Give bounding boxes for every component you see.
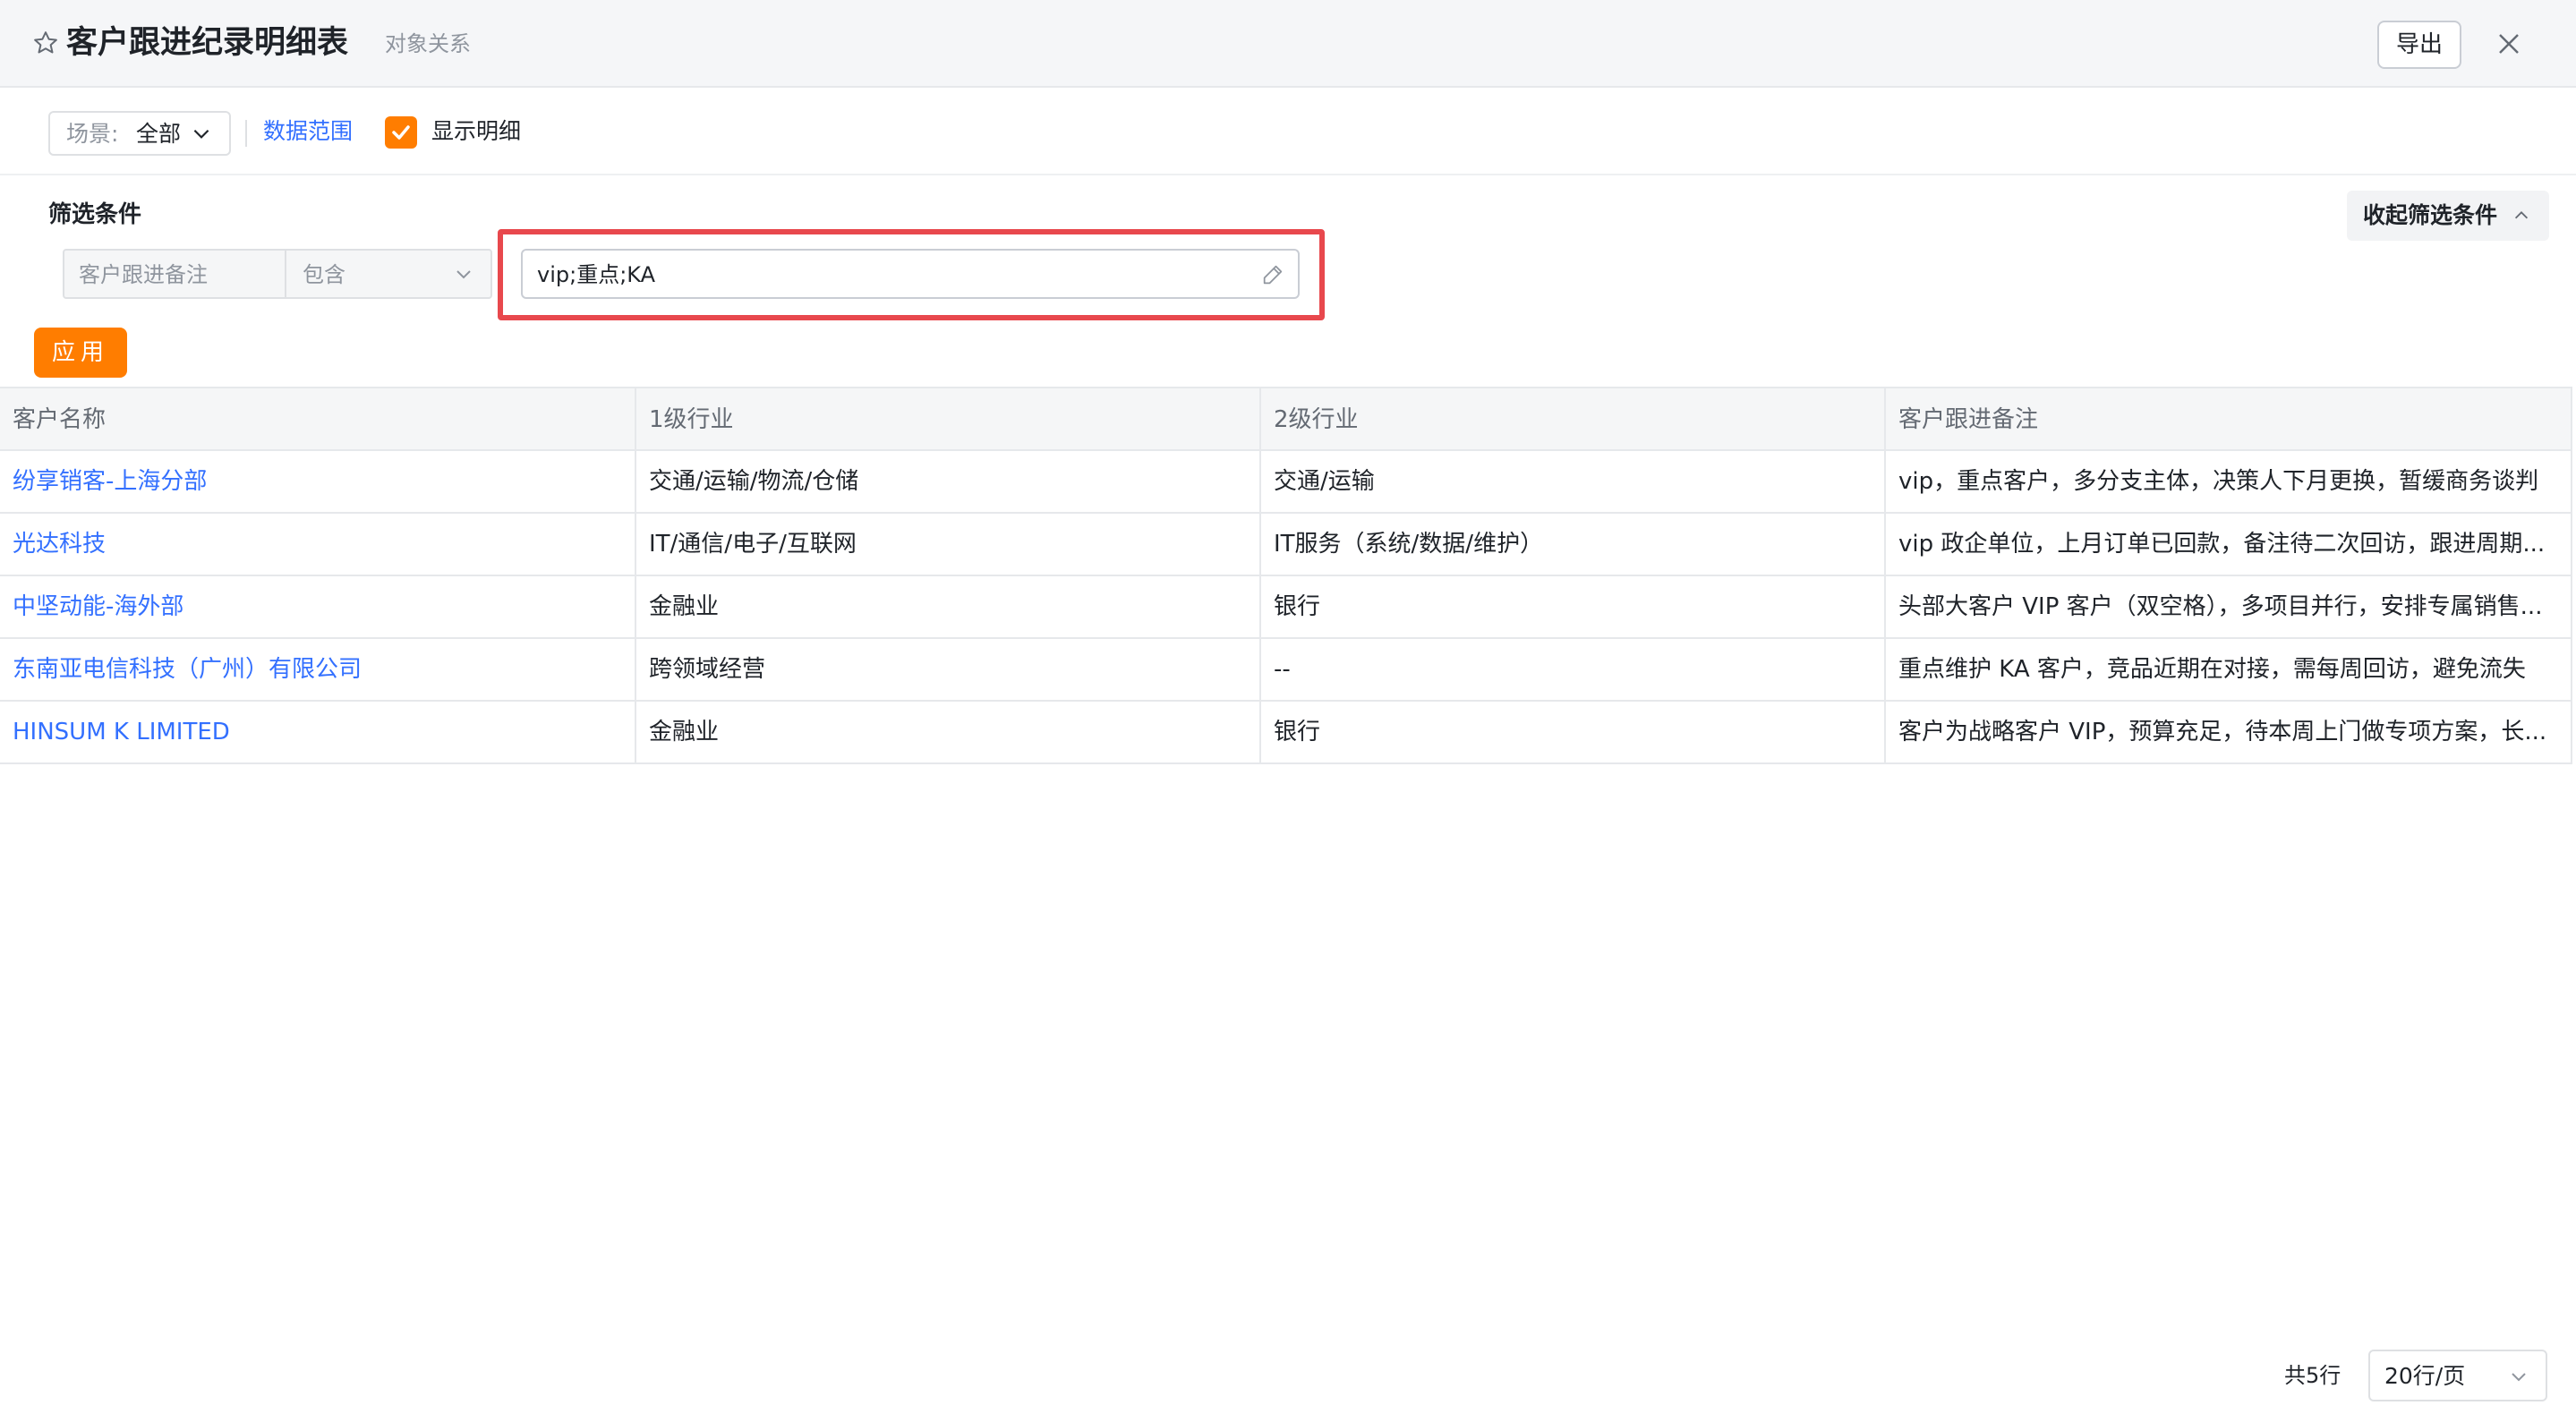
report-page: 客户跟进纪录明细表 对象关系 导出 场景: 全部 数据范围 显示明细 筛选条件 … (0, 0, 2576, 1414)
star-icon[interactable] (32, 30, 59, 56)
customer-name-link[interactable]: 纷享销客-上海分部 (0, 451, 636, 512)
page-size-value: 20行/页 (2384, 1363, 2466, 1389)
industry-1-cell: IT/通信/电子/互联网 (636, 514, 1261, 575)
page-size-select[interactable]: 20行/页 (2368, 1350, 2547, 1401)
note-cell: 头部大客户 VIP 客户（双空格），多项目并行，安排专属销售... (1886, 576, 2572, 637)
industry-2-cell: IT服务（系统/数据/维护） (1261, 514, 1886, 575)
page-title: 客户跟进纪录明细表 (66, 25, 349, 61)
scene-select[interactable]: 场景: 全部 (48, 111, 231, 156)
note-cell: vip 政企单位，上月订单已回款，备注待二次回访，跟进周期... (1886, 514, 2572, 575)
collapse-filter-button[interactable]: 收起筛选条件 (2347, 191, 2549, 241)
scene-value: 全部 (136, 121, 182, 147)
toolbar: 场景: 全部 数据范围 显示明细 (0, 89, 2576, 175)
customer-name-link[interactable]: 光达科技 (0, 514, 636, 575)
note-cell: 客户为战略客户 VIP，预算充足，待本周上门做专项方案，长... (1886, 702, 2572, 762)
column-header-note[interactable]: 客户跟进备注 (1886, 388, 2572, 449)
check-icon (392, 125, 410, 140)
table-row: HINSUM K LIMITED 金融业 银行 客户为战略客户 VIP，预算充足… (0, 702, 2572, 764)
customer-name-link[interactable]: HINSUM K LIMITED (0, 702, 636, 762)
close-icon[interactable] (2495, 30, 2522, 57)
column-header-customer[interactable]: 客户名称 (0, 388, 636, 449)
industry-2-cell: 银行 (1261, 576, 1886, 637)
highlight-annotation (498, 229, 1325, 320)
industry-1-cell: 金融业 (636, 702, 1261, 762)
show-detail-checkbox[interactable] (385, 116, 417, 149)
filter-field-select[interactable]: 客户跟进备注 (63, 249, 286, 299)
filter-field-text: 客户跟进备注 (79, 262, 208, 287)
collapse-filter-label: 收起筛选条件 (2363, 202, 2498, 228)
apply-button[interactable]: 应用 (34, 328, 127, 378)
show-detail-label: 显示明细 (431, 118, 522, 144)
chevron-up-icon (2514, 211, 2529, 219)
chevron-down-icon (193, 129, 209, 139)
table-row: 纷享销客-上海分部 交通/运输/物流/仓储 交通/运输 vip，重点客户，多分支… (0, 451, 2572, 514)
industry-2-cell: 交通/运输 (1261, 451, 1886, 512)
export-button[interactable]: 导出 (2377, 21, 2461, 69)
industry-1-cell: 交通/运输/物流/仓储 (636, 451, 1261, 512)
table-row: 光达科技 IT/通信/电子/互联网 IT服务（系统/数据/维护） vip 政企单… (0, 514, 2572, 576)
chevron-down-icon (2512, 1373, 2526, 1382)
page-subtitle: 对象关系 (385, 31, 471, 56)
header-bar: 客户跟进纪录明细表 对象关系 导出 (0, 0, 2576, 88)
column-header-industry-2[interactable]: 2级行业 (1261, 388, 1886, 449)
column-header-industry-1[interactable]: 1级行业 (636, 388, 1261, 449)
table-header: 客户名称 1级行业 2级行业 客户跟进备注 (0, 387, 2572, 451)
total-rows-text: 共5行 (2284, 1363, 2341, 1388)
filter-operator-select[interactable]: 包含 (285, 249, 492, 299)
filter-title: 筛选条件 (48, 201, 142, 228)
scene-label: 场景: (66, 121, 119, 147)
customer-name-link[interactable]: 东南亚电信科技（广州）有限公司 (0, 639, 636, 700)
industry-1-cell: 金融业 (636, 576, 1261, 637)
filter-operator-text: 包含 (303, 262, 345, 287)
table-row: 东南亚电信科技（广州）有限公司 跨领域经营 -- 重点维护 KA 客户，竞品近期… (0, 639, 2572, 702)
industry-2-cell: -- (1261, 639, 1886, 700)
data-range-link[interactable]: 数据范围 (263, 116, 353, 147)
chevron-down-icon (456, 270, 471, 279)
industry-1-cell: 跨领域经营 (636, 639, 1261, 700)
customer-name-link[interactable]: 中坚动能-海外部 (0, 576, 636, 637)
note-cell: vip，重点客户，多分支主体，决策人下月更换，暂缓商务谈判 (1886, 451, 2572, 512)
industry-2-cell: 银行 (1261, 702, 1886, 762)
toolbar-divider (245, 120, 247, 147)
note-cell: 重点维护 KA 客户，竞品近期在对接，需每周回访，避免流失 (1886, 639, 2572, 700)
table-row: 中坚动能-海外部 金融业 银行 头部大客户 VIP 客户（双空格），多项目并行，… (0, 576, 2572, 639)
